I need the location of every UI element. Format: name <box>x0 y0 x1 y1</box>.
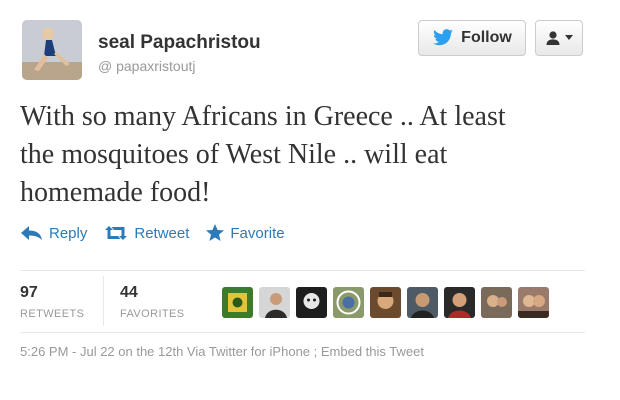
retweets-stat[interactable]: 97 RETWEETS <box>20 284 84 320</box>
favorites-stat[interactable]: 44 FAVORITES <box>120 284 185 320</box>
stats-separator <box>103 276 104 326</box>
at-icon: @ <box>98 58 113 74</box>
favorite-action[interactable]: Favorite <box>205 223 285 243</box>
retweet-action[interactable]: Retweet <box>103 225 189 242</box>
retweets-count: 97 <box>20 284 38 301</box>
stats-bottom-divider <box>20 332 585 333</box>
retweet-icon <box>105 226 128 240</box>
favoriter-avatar[interactable] <box>296 287 327 318</box>
author-handle[interactable]: @ papaxristoutj <box>98 58 196 74</box>
favoriter-avatar[interactable] <box>407 287 438 318</box>
tweet-actions: Reply Retweet Favorite <box>20 222 285 244</box>
favoriter-avatar[interactable] <box>259 287 290 318</box>
twitter-bird-icon <box>433 29 454 46</box>
favoriter-avatar[interactable] <box>333 287 364 318</box>
reply-action[interactable]: Reply <box>20 225 87 242</box>
reply-arrow-icon <box>21 226 42 240</box>
stats-top-divider <box>20 270 585 271</box>
favorites-count: 44 <box>120 284 138 301</box>
favorites-label: FAVORITES <box>120 308 185 320</box>
author-avatar[interactable] <box>22 20 82 80</box>
follow-label: Follow <box>461 29 512 46</box>
retweets-label: RETWEETS <box>20 308 85 320</box>
user-dropdown-button[interactable] <box>535 20 583 56</box>
star-icon <box>206 224 225 241</box>
tweet-line-1: With so many Africans in Greece .. At le… <box>20 101 506 132</box>
favoriter-avatars <box>222 287 549 318</box>
favoriter-avatar[interactable] <box>444 287 475 318</box>
author-name[interactable]: seal Papachristou <box>98 32 261 54</box>
reply-label: Reply <box>49 224 88 242</box>
user-icon <box>546 31 560 45</box>
caret-down-icon <box>565 35 573 40</box>
favoriter-avatar[interactable] <box>370 287 401 318</box>
favorite-label: Favorite <box>230 224 285 242</box>
tweet-line-2: the mosquitoes of West Nile .. will eat <box>20 139 448 170</box>
favoriter-avatar[interactable] <box>518 287 549 318</box>
tweet-card: seal Papachristou @ papaxristoutj Follow… <box>0 0 620 400</box>
tweet-meta: 5:26 PM - Jul 22 on the 12th Via Twitter… <box>20 344 424 359</box>
author-handle-text: papaxristoutj <box>116 58 196 74</box>
follow-button[interactable]: Follow <box>418 20 526 56</box>
tweet-line-3: homemade food! <box>20 177 211 208</box>
favoriter-avatar[interactable] <box>222 287 253 318</box>
favoriter-avatar[interactable] <box>481 287 512 318</box>
tweet-text: With so many Africans in Greece .. At le… <box>20 98 580 212</box>
retweet-label: Retweet <box>134 224 190 242</box>
